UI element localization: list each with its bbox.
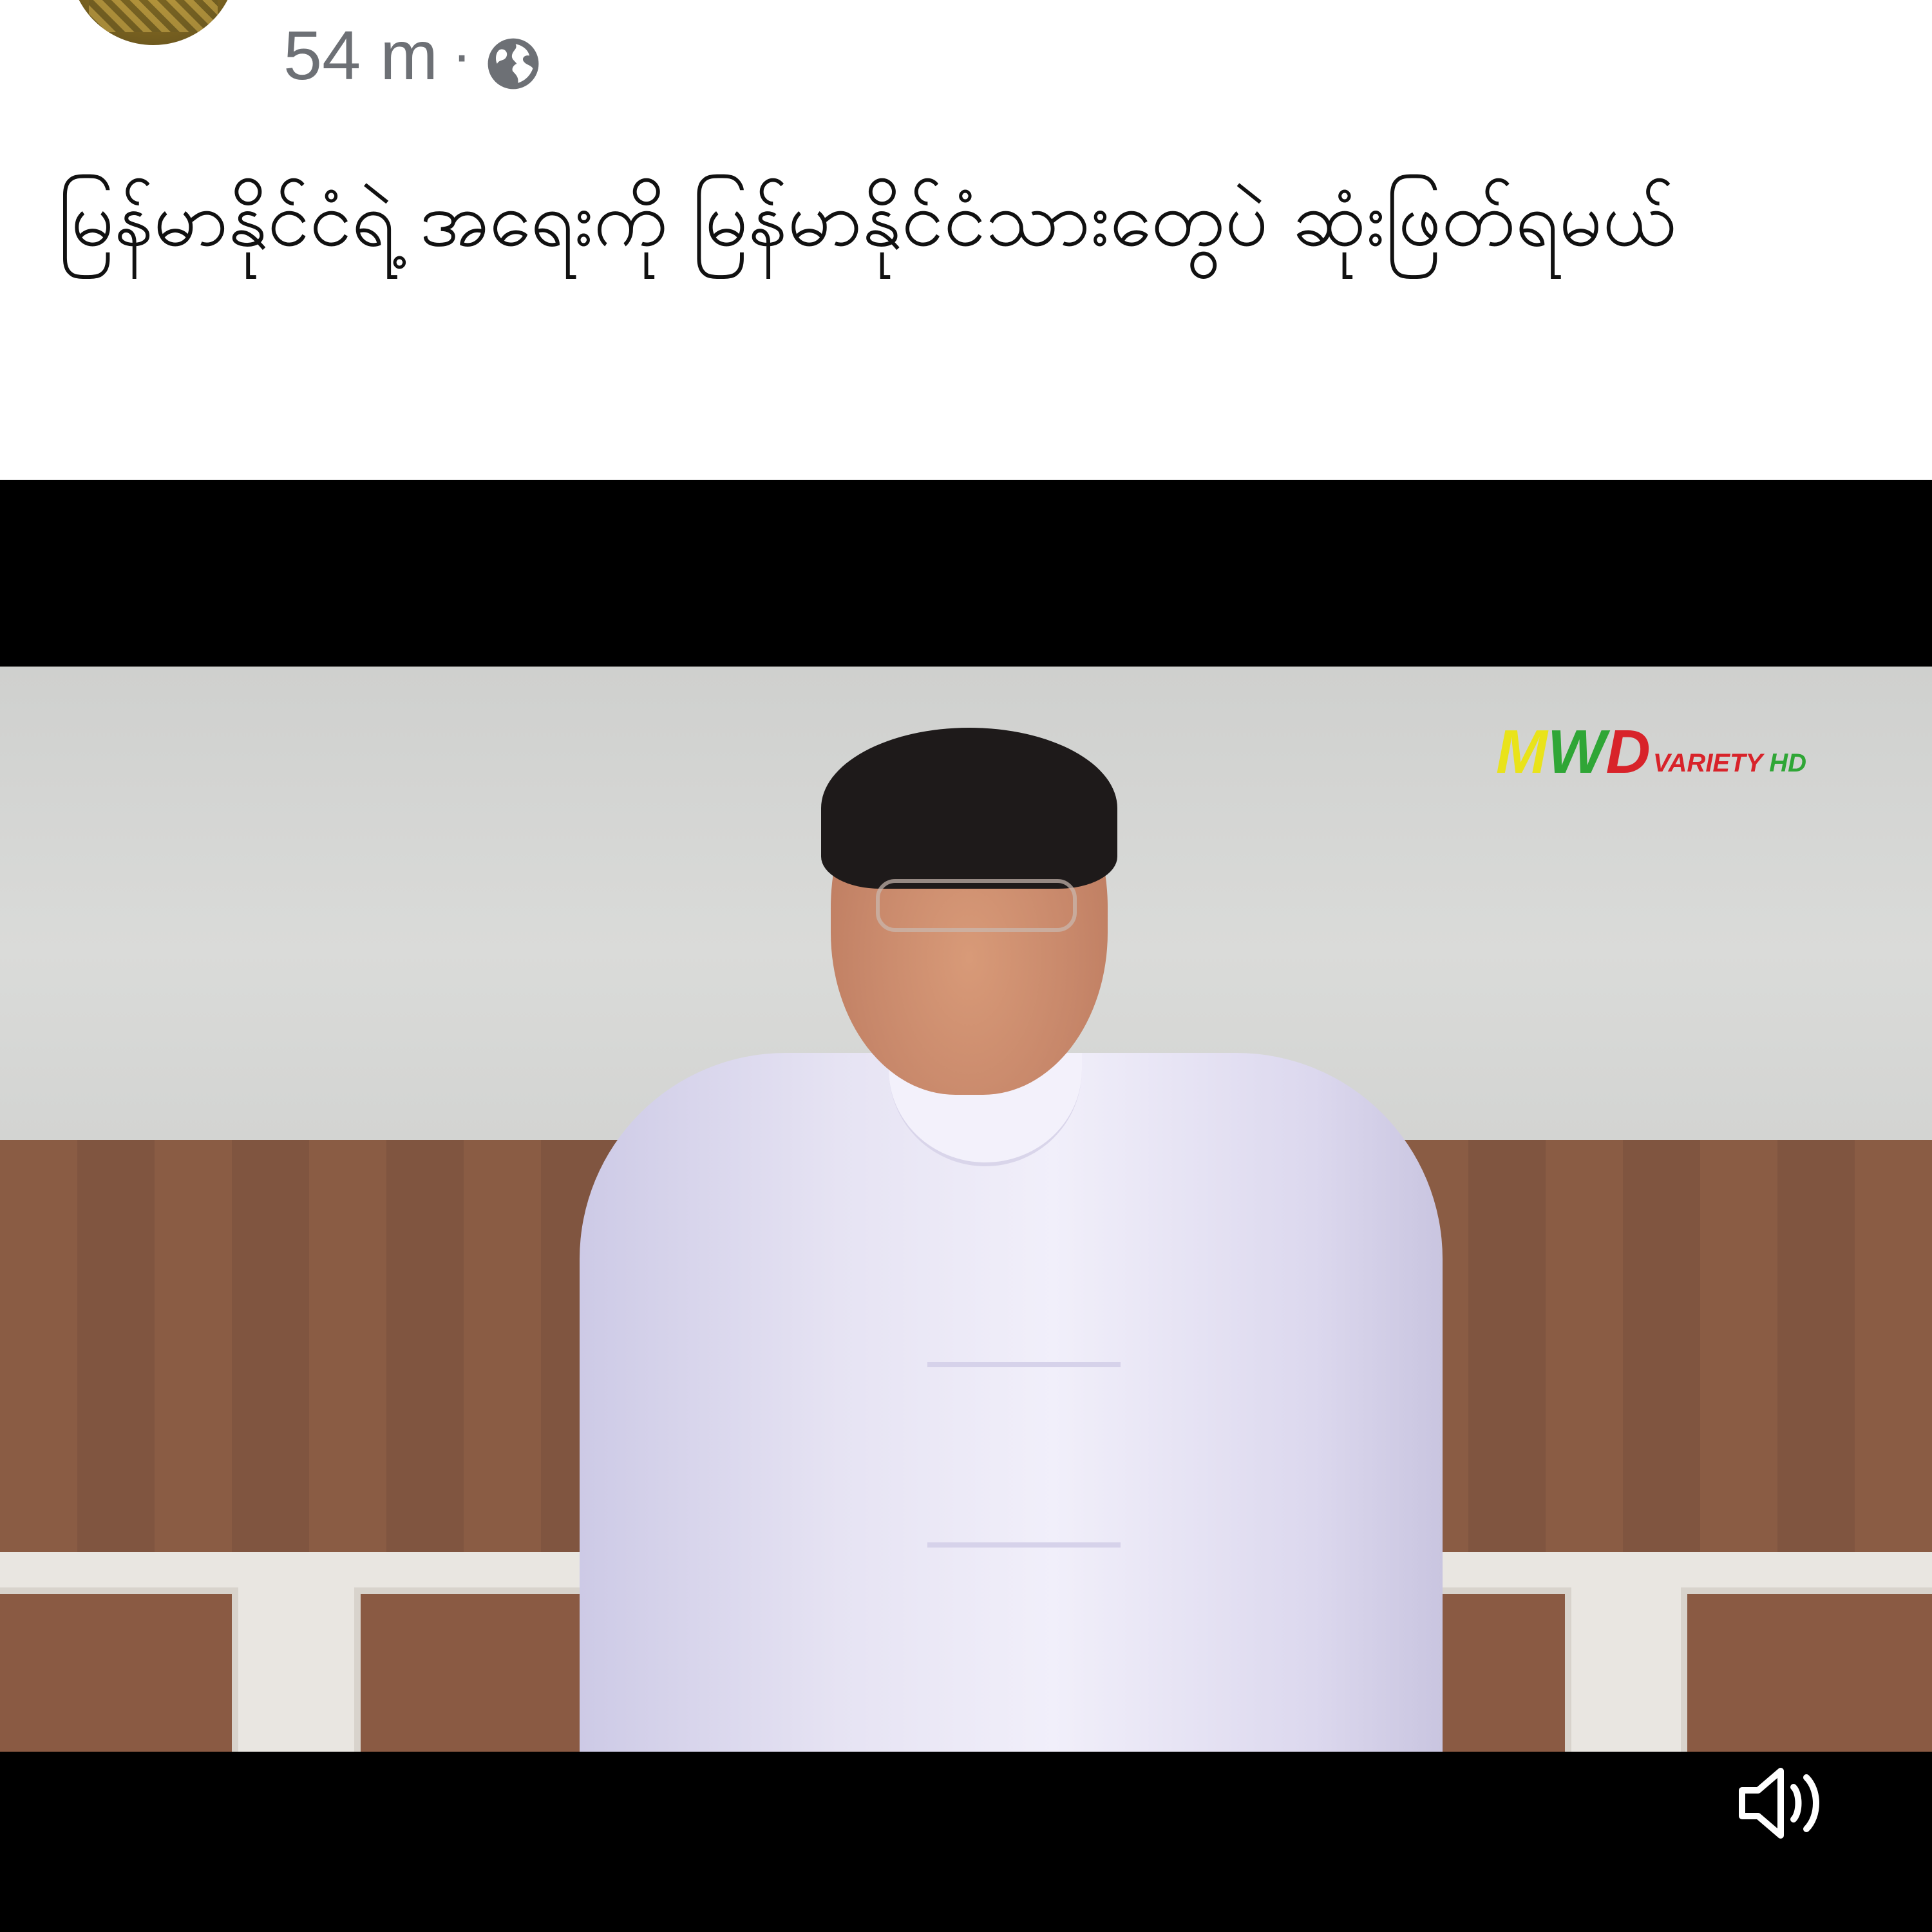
watermark-hd: HD: [1769, 749, 1806, 777]
watermark-letter-m: M: [1495, 717, 1548, 786]
post-timestamp[interactable]: 54 m: [283, 15, 438, 95]
post-card: 54 m · မြန်မာနိုင်ငံရဲ့ အရေးကို မြန်မာနိ…: [0, 0, 1932, 1932]
post-meta: 54 m ·: [283, 13, 541, 97]
video-person-hair: [821, 728, 1117, 889]
video-shirt-detail: [927, 1362, 1121, 1367]
video-person-glasses: [876, 879, 1077, 932]
video-inset-far-right: [1681, 1587, 1932, 1752]
video-player[interactable]: M W D VARIETY HD: [0, 480, 1932, 1932]
meta-separator: ·: [452, 22, 472, 87]
avatar[interactable]: [70, 0, 237, 45]
video-inset-left: [0, 1587, 238, 1752]
post-caption: မြန်မာနိုင်ငံရဲ့ အရေးကို မြန်မာနိုင်ငံသာ…: [58, 175, 1676, 263]
channel-watermark: M W D VARIETY HD: [1496, 721, 1806, 783]
volume-icon[interactable]: [1732, 1758, 1835, 1848]
video-shirt-detail: [927, 1542, 1121, 1548]
video-frame: M W D VARIETY HD: [0, 667, 1932, 1752]
globe-icon: [486, 27, 541, 90]
watermark-variety: VARIETY: [1653, 749, 1763, 777]
watermark-letter-d: D: [1605, 717, 1651, 786]
watermark-letter-w: W: [1547, 717, 1606, 786]
